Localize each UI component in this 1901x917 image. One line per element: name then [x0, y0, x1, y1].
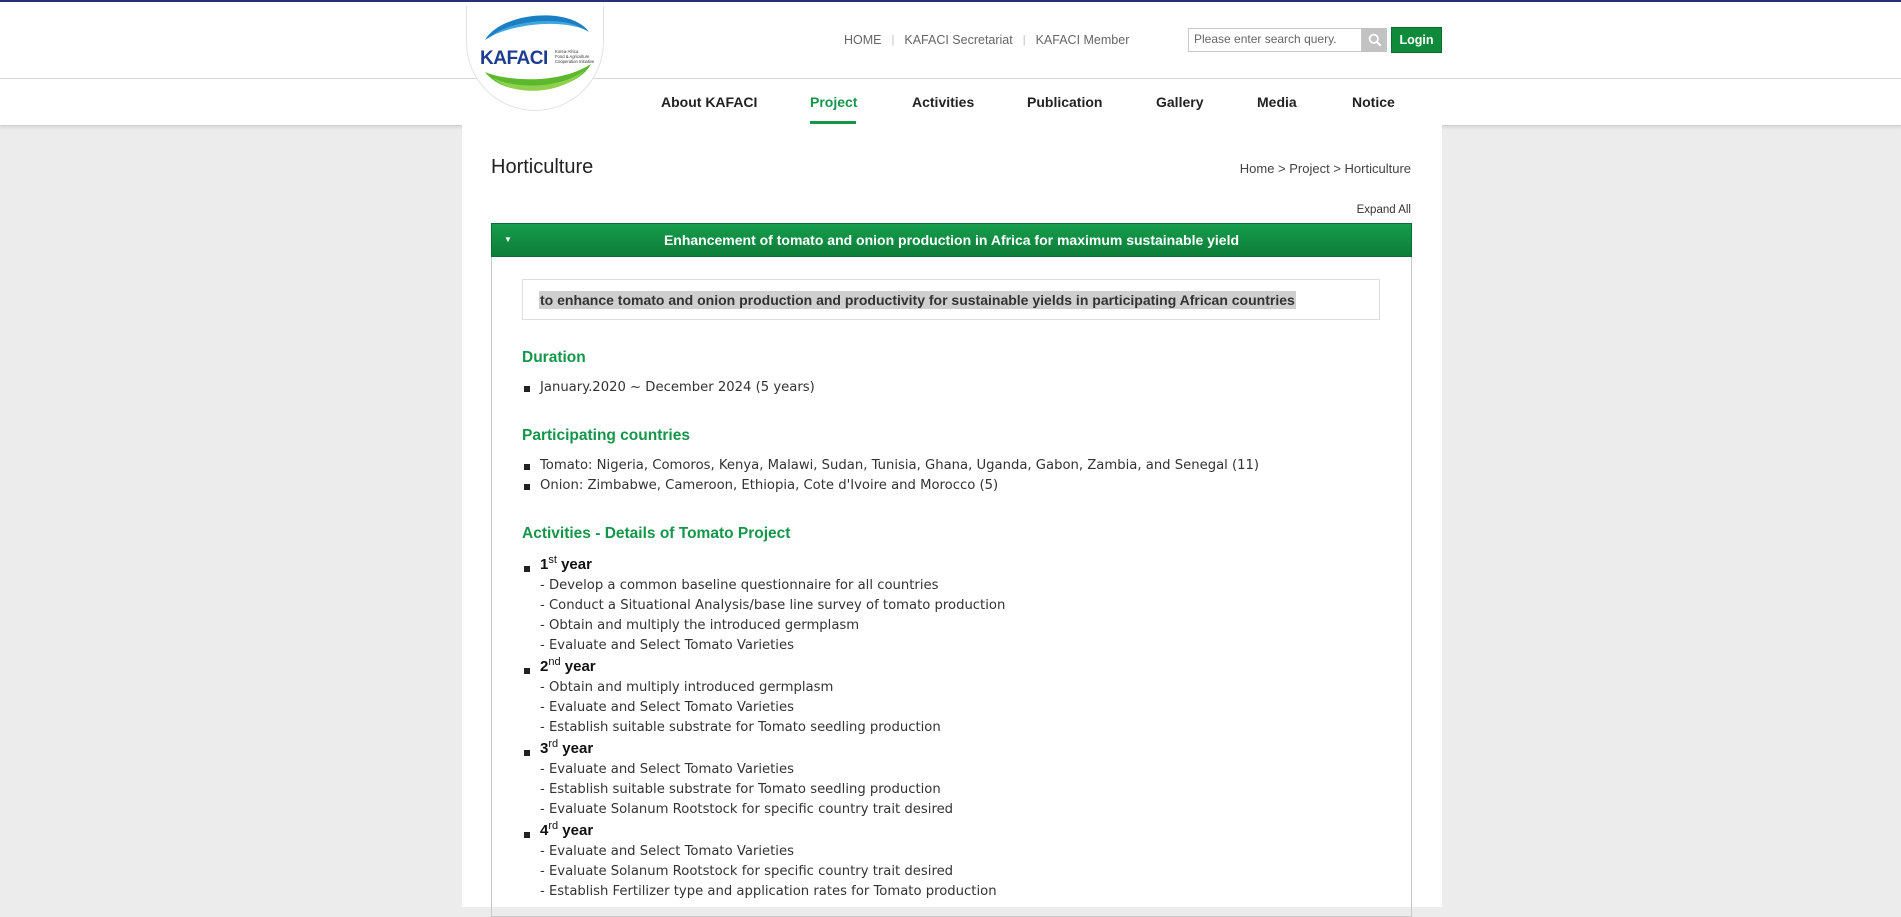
expand-all-button[interactable]: Expand All	[1357, 204, 1411, 216]
activity-item: - Conduct a Situational Analysis/base li…	[540, 598, 1006, 613]
page-title: Horticulture	[491, 156, 594, 178]
divider: |	[891, 34, 895, 46]
year-title: 1st year	[540, 554, 592, 573]
activities-years-list: 1st year - Develop a common baseline que…	[522, 554, 1005, 902]
nav-item-publication[interactable]: Publication	[1027, 94, 1102, 110]
accordion-header[interactable]: ▼ Enhancement of tomato and onion produc…	[491, 223, 1412, 257]
activity-item: - Evaluate and Select Tomato Varieties	[540, 762, 794, 777]
activity-item: - Establish suitable substrate for Tomat…	[540, 720, 941, 735]
activity-item: - Evaluate and Select Tomato Varieties	[540, 700, 794, 715]
home-link[interactable]: HOME	[844, 33, 882, 47]
caret-down-icon: ▼	[504, 235, 512, 244]
duration-list: January.2020 ~ December 2024 (5 years)	[522, 378, 815, 398]
activity-item: - Evaluate and Select Tomato Varieties	[540, 844, 794, 859]
divider: |	[1022, 34, 1026, 46]
year-title: 2nd year	[540, 656, 596, 675]
year-item: 4rd year - Evaluate and Select Tomato Va…	[522, 820, 1005, 902]
activity-item: - Evaluate Solanum Rootstock for specifi…	[540, 864, 954, 879]
nav-item-gallery[interactable]: Gallery	[1156, 94, 1203, 110]
activity-item: - Evaluate Solanum Rootstock for specifi…	[540, 802, 954, 817]
search-icon	[1368, 33, 1382, 47]
year-item: 2nd year - Obtain and multiply introduce…	[522, 656, 1005, 738]
duration-heading: Duration	[522, 349, 586, 366]
login-button[interactable]: Login	[1391, 27, 1442, 53]
search-input[interactable]	[1189, 29, 1367, 49]
countries-heading: Participating countries	[522, 427, 690, 444]
activity-item: - Obtain and multiply the introduced ger…	[540, 618, 860, 633]
year-item: 1st year - Develop a common baseline que…	[522, 554, 1005, 656]
activity-item: - Develop a common baseline questionnair…	[540, 578, 939, 593]
year-title: 4rd year	[540, 820, 594, 839]
search-box	[1188, 28, 1367, 52]
countries-list: Tomato: Nigeria, Comoros, Kenya, Malawi,…	[522, 456, 1259, 496]
objective-text: to enhance tomato and onion production a…	[539, 290, 1296, 309]
objective-box: to enhance tomato and onion production a…	[522, 279, 1380, 320]
year-item: 3rd year - Evaluate and Select Tomato Va…	[522, 738, 1005, 820]
list-item: Onion: Zimbabwe, Cameroon, Ethiopia, Cot…	[522, 476, 1259, 496]
nav-item-notice[interactable]: Notice	[1352, 94, 1395, 110]
year-title: 3rd year	[540, 738, 594, 757]
activity-item: - Establish suitable substrate for Tomat…	[540, 782, 941, 797]
nav-item-project[interactable]: Project	[810, 94, 857, 110]
nav-item-activities[interactable]: Activities	[912, 94, 974, 110]
active-nav-indicator	[810, 121, 856, 124]
activity-item: - Obtain and multiply introduced germpla…	[540, 680, 834, 695]
list-item: January.2020 ~ December 2024 (5 years)	[522, 378, 815, 398]
accordion-title: Enhancement of tomato and onion producti…	[663, 232, 1240, 248]
search-button[interactable]	[1362, 28, 1387, 52]
logo-tagline: Korea-Africa Food & Agriculture Cooperat…	[555, 49, 595, 64]
kafaci-secretariat-link[interactable]: KAFACI Secretariat	[904, 33, 1012, 47]
nav-item-about-kafaci[interactable]: About KAFACI	[661, 94, 757, 110]
list-item: Tomato: Nigeria, Comoros, Kenya, Malawi,…	[522, 456, 1259, 476]
logo-wordmark: KAFACI	[480, 48, 548, 69]
utility-links: HOME | KAFACI Secretariat | KAFACI Membe…	[844, 33, 1129, 47]
breadcrumb: Home > Project > Horticulture	[1239, 161, 1411, 176]
activity-item: - Evaluate and Select Tomato Varieties	[540, 638, 794, 653]
kafaci-member-link[interactable]: KAFACI Member	[1036, 33, 1130, 47]
activities-heading: Activities - Details of Tomato Project	[522, 525, 791, 542]
nav-item-media[interactable]: Media	[1257, 94, 1297, 110]
activity-item: - Establish Fertilizer type and applicat…	[540, 884, 997, 899]
